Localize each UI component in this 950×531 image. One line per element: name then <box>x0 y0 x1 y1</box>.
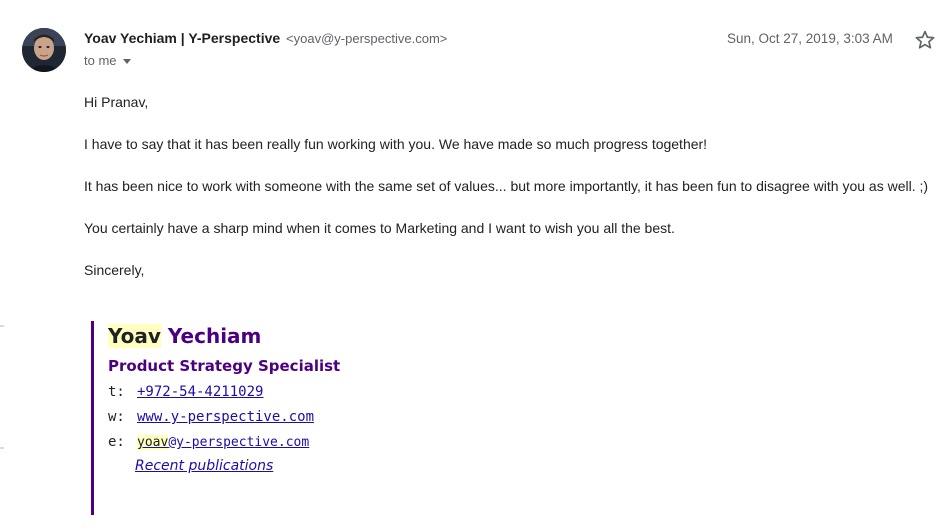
signature-first-name: Yoav <box>108 324 161 348</box>
sender-avatar[interactable] <box>22 28 66 72</box>
email-user: yoav <box>137 435 169 450</box>
caret-down-icon[interactable] <box>122 59 131 64</box>
body-paragraph: You certainly have a sharp mind when it … <box>84 220 675 236</box>
recipient-label: to me <box>84 53 117 68</box>
divider <box>0 325 4 327</box>
signature-title: Product Strategy Specialist <box>108 357 341 375</box>
signature-email-row: e: yoav@y-perspective.com <box>108 434 508 450</box>
sender-name[interactable]: Yoav Yechiam | Y-Perspective <box>84 30 280 46</box>
divider <box>0 447 4 449</box>
closing-text: Sincerely, <box>84 262 145 278</box>
body-paragraph: It has been nice to work with someone wi… <box>84 178 929 194</box>
email-label: e: <box>108 434 125 450</box>
phone-label: t: <box>108 384 125 400</box>
greeting-text: Hi Pranav, <box>84 94 149 110</box>
message-body: Hi Pranav, I have to say that it has bee… <box>84 92 950 280</box>
web-label: w: <box>108 409 125 425</box>
message-date: Sun, Oct 27, 2019, 3:03 AM <box>727 31 893 46</box>
recipient-toggle[interactable]: to me <box>84 53 131 68</box>
body-paragraph: I have to say that it has been really fu… <box>84 136 708 152</box>
star-outline-icon[interactable] <box>914 29 936 51</box>
phone-link[interactable]: +972-54-4211029 <box>137 384 263 400</box>
email-domain: @y-perspective.com <box>168 435 310 450</box>
sender-line: Yoav Yechiam | Y-Perspective <yoav@y-per… <box>84 30 447 46</box>
email-signature: Yoav Yechiam Product Strategy Specialist… <box>91 321 508 515</box>
publications-link[interactable]: Recent publications <box>135 458 273 474</box>
signature-phone-row: t: +972-54-4211029 <box>108 384 508 400</box>
signature-web-row: w: www.y-perspective.com <box>108 409 508 425</box>
sender-email: <yoav@y-perspective.com> <box>286 31 448 46</box>
email-link[interactable]: yoav@y-perspective.com <box>137 435 309 450</box>
website-link[interactable]: www.y-perspective.com <box>137 409 314 425</box>
signature-last-name: Yechiam <box>167 324 262 348</box>
signature-name: Yoav Yechiam <box>108 324 508 348</box>
